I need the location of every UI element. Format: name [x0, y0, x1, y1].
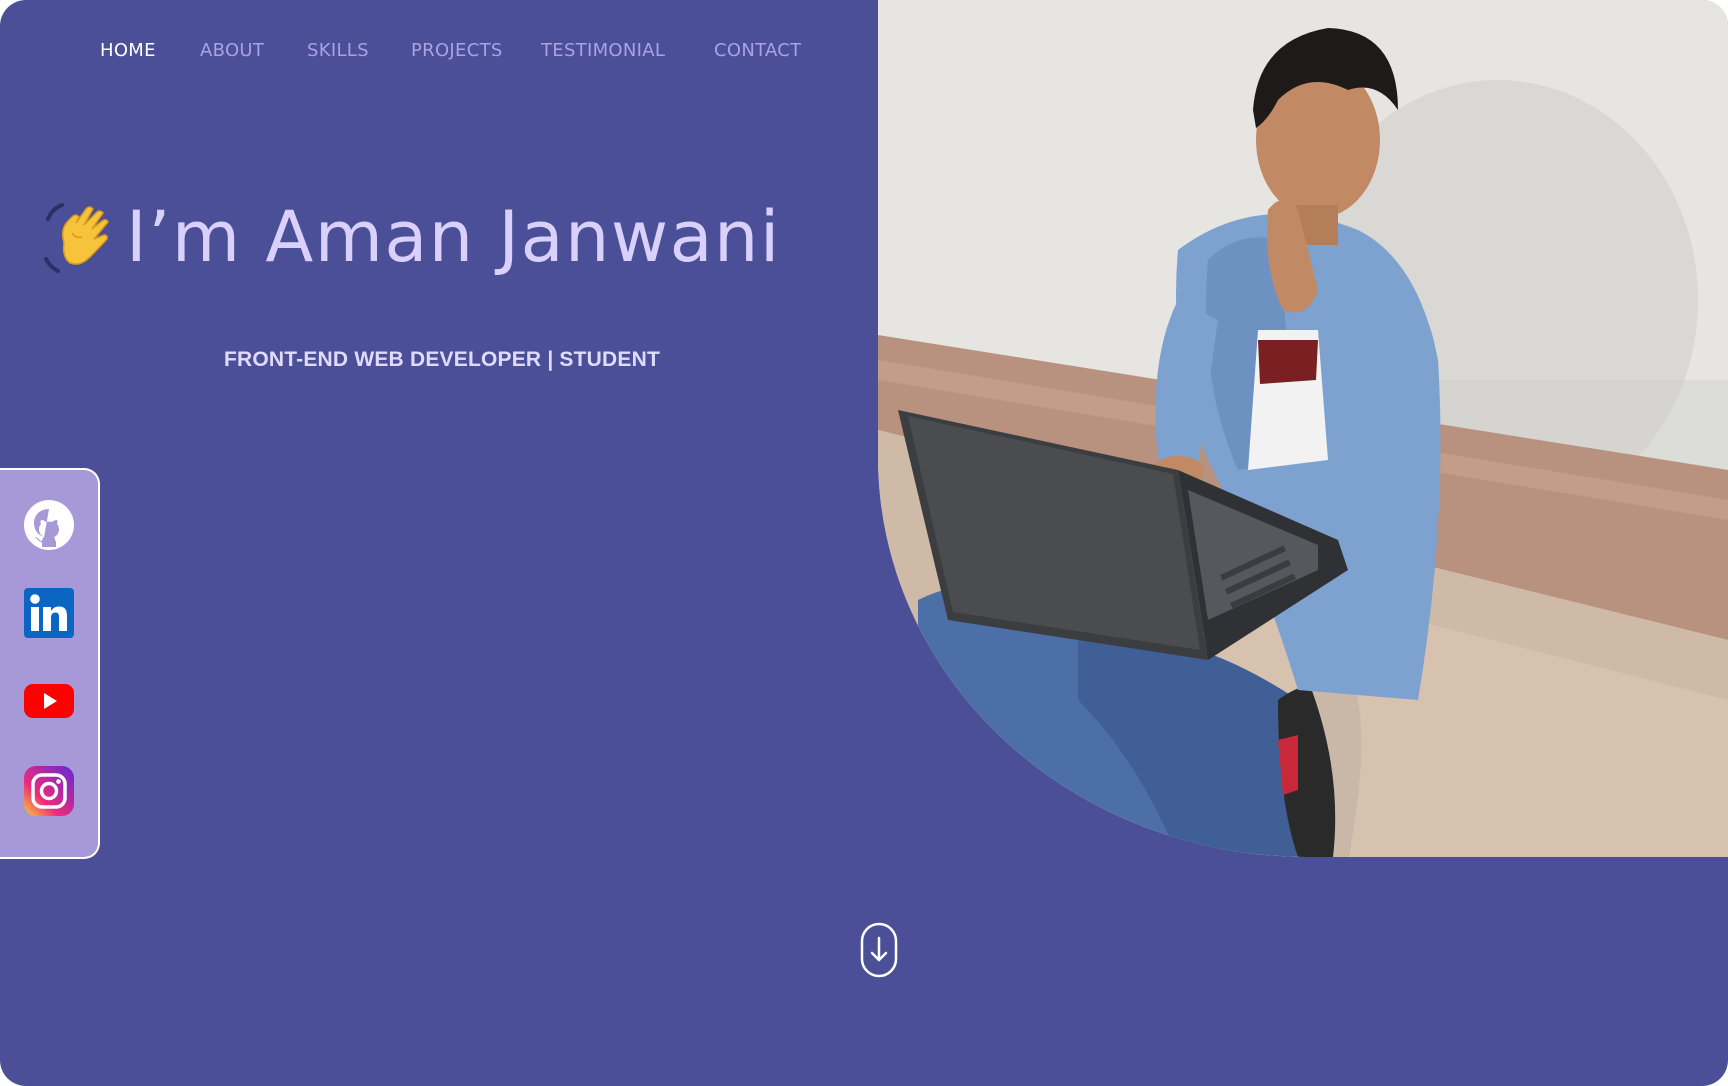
hero-name: I’m Aman Janwani	[126, 196, 781, 278]
social-links-bar	[0, 468, 100, 859]
youtube-icon[interactable]	[24, 676, 74, 726]
waving-hand-icon	[44, 203, 109, 273]
github-icon[interactable]	[24, 500, 74, 550]
profile-photo	[878, 0, 1728, 857]
nav-projects[interactable]: PROJECTS	[411, 40, 503, 61]
linkedin-icon[interactable]	[24, 588, 74, 638]
hero-heading: I’m Aman Janwani	[42, 196, 781, 278]
nav-skills[interactable]: SKILLS	[307, 40, 369, 61]
nav-testimonial[interactable]: TESTIMONIAL	[541, 40, 665, 61]
hero-subtitle: FRONT-END WEB DEVELOPER | STUDENT	[224, 348, 660, 371]
nav-about[interactable]: ABOUT	[200, 40, 264, 61]
home-page: HOME ABOUT SKILLS PROJECTS TESTIMONIAL C…	[0, 0, 1728, 1086]
nav-contact[interactable]: CONTACT	[714, 40, 801, 61]
instagram-icon[interactable]	[24, 766, 74, 816]
scroll-down-icon[interactable]	[860, 922, 898, 978]
nav-home[interactable]: HOME	[100, 40, 156, 61]
